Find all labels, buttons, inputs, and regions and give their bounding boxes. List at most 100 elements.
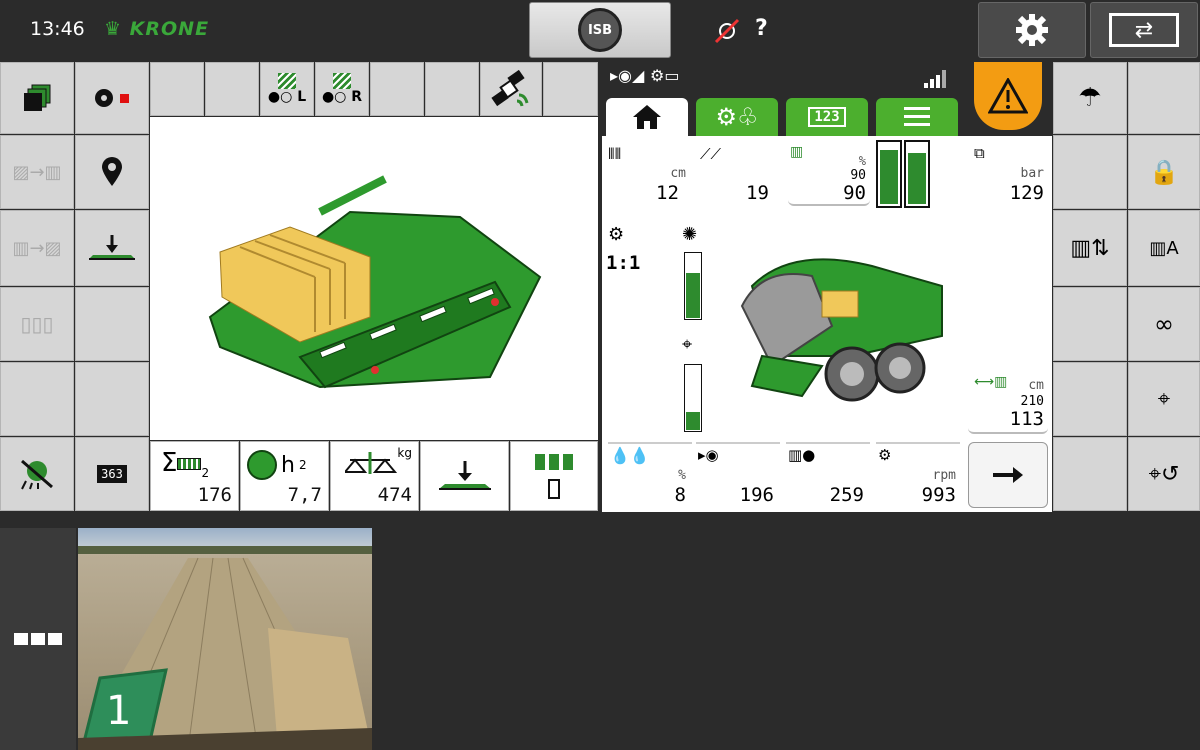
bale-count-icon: ▸◉ bbox=[698, 446, 719, 464]
work-light-icon: ☂ bbox=[1078, 83, 1102, 113]
warning-icon bbox=[988, 78, 1028, 114]
swap-screen-button[interactable]: ⇄ bbox=[1090, 2, 1198, 58]
drive-left-icon: ●○ L bbox=[268, 73, 306, 105]
tab-settings[interactable]: ⚙♧ bbox=[696, 98, 778, 136]
light-off-button[interactable] bbox=[0, 437, 74, 511]
empty-cell bbox=[425, 62, 479, 116]
drive-right-icon: ●○ R bbox=[322, 73, 362, 105]
isb-icon: ISB bbox=[578, 8, 622, 52]
gear-leaf-icon: ⚙♧ bbox=[715, 103, 759, 131]
target-length-tile[interactable]: cm 210 113 bbox=[968, 372, 1048, 434]
pickup-auto-icon: ⌖↺ bbox=[1148, 461, 1180, 487]
bales-count-tile[interactable]: ▸◉ 196 bbox=[696, 442, 780, 508]
fill-gauges bbox=[876, 140, 932, 208]
bale-accumulator-illustration bbox=[208, 175, 542, 389]
bale-length-unit: cm bbox=[670, 166, 686, 181]
tab-menu[interactable] bbox=[876, 98, 958, 136]
home-icon bbox=[633, 105, 661, 129]
bale-chamber-auto-button[interactable]: ▥A bbox=[1128, 210, 1200, 286]
counter-display-button[interactable]: 363 bbox=[75, 437, 149, 511]
lower-button[interactable] bbox=[75, 210, 149, 286]
bale-transfer-icon: ▥→▨ bbox=[12, 237, 62, 259]
baler-illustration bbox=[740, 258, 943, 402]
target-icon: ⌖ bbox=[682, 334, 693, 355]
tab-counters[interactable]: 123 bbox=[786, 98, 868, 136]
weight-counter[interactable]: kg 474 bbox=[330, 441, 419, 511]
pressure-unit: bar bbox=[1020, 166, 1044, 181]
pickup-position-button[interactable]: ⌖ bbox=[1128, 362, 1200, 436]
axle-lock-button[interactable]: 🔒 bbox=[1128, 135, 1200, 209]
lower-status-tile[interactable] bbox=[420, 441, 509, 511]
fill-level-icon: ▥ bbox=[790, 144, 804, 160]
settings-button[interactable] bbox=[978, 2, 1086, 58]
bale-length-icon: ⦀⦀ bbox=[608, 145, 622, 163]
pressure-value: 129 bbox=[1009, 182, 1044, 204]
right-fill-gauge bbox=[904, 140, 930, 208]
gps-off-icon bbox=[712, 16, 742, 46]
empty-cell bbox=[0, 362, 74, 436]
lower-arrow-icon bbox=[89, 235, 135, 260]
empty-cell bbox=[1053, 437, 1127, 511]
camera-number: 1 bbox=[106, 688, 132, 734]
record-button[interactable] bbox=[75, 62, 149, 134]
next-page-button[interactable] bbox=[968, 442, 1048, 508]
sigma-icon: Σ2 bbox=[161, 448, 210, 481]
copy-layers-button[interactable] bbox=[0, 62, 74, 134]
bale-chamber-up-down-button[interactable]: ▥⇅ bbox=[1053, 210, 1127, 286]
chamber-up-down-icon: ▥⇅ bbox=[1070, 235, 1110, 261]
digital-counter-icon: 363 bbox=[97, 465, 127, 483]
target-gauge bbox=[684, 364, 702, 432]
bale-counter-disabled-button[interactable]: ▯▯▯ bbox=[0, 287, 74, 361]
dots-menu-icon bbox=[14, 633, 62, 645]
warning-button[interactable] bbox=[974, 62, 1042, 130]
clock: 13:46 bbox=[30, 18, 85, 40]
knot-icon: ∞ bbox=[1154, 310, 1174, 338]
isb-button[interactable]: ISB bbox=[529, 2, 671, 58]
drive-left-button[interactable]: ●○ L bbox=[260, 62, 314, 116]
moisture-tile[interactable]: 💧💧 % 8 bbox=[608, 442, 692, 508]
weight-unit: kg bbox=[397, 446, 412, 460]
gear-record-icon bbox=[95, 89, 129, 107]
arrow-right-icon bbox=[993, 467, 1023, 483]
transfer-disabled-button[interactable]: ▨→▥ bbox=[0, 135, 74, 209]
counter-icon: 123 bbox=[808, 107, 846, 127]
knotter-status-tile[interactable] bbox=[510, 441, 598, 511]
location-button[interactable] bbox=[75, 135, 149, 209]
krone-crown-icon: ♛ bbox=[104, 18, 123, 40]
gear-icon bbox=[1016, 14, 1048, 46]
operating-hours-counter[interactable]: h2 7,7 bbox=[240, 441, 329, 511]
light-off-icon bbox=[21, 459, 53, 490]
pto-speed-icon: ⚙ bbox=[878, 446, 892, 464]
ratio-value: 1:1 bbox=[606, 252, 641, 274]
layers-icon bbox=[24, 84, 51, 111]
menu-icon bbox=[904, 107, 930, 126]
app-switcher-button[interactable] bbox=[0, 528, 76, 750]
empty-cell bbox=[543, 62, 598, 116]
top-bar: 13:46 ♛ KRONE ISB ? ⇄ bbox=[0, 0, 1200, 62]
bales-total-tile[interactable]: ▥● 259 bbox=[786, 442, 870, 508]
feeder-icon: ✺ bbox=[682, 224, 698, 245]
pto-speed-tile[interactable]: ⚙ rpm 993 bbox=[876, 442, 960, 508]
twine-icon: ⟋⟋ bbox=[700, 145, 722, 163]
tractor-link-icon: ⚙▭ bbox=[650, 66, 680, 85]
satellite-button[interactable] bbox=[480, 62, 542, 116]
transfer-icon: ▨→▥ bbox=[12, 161, 62, 183]
knotter-button[interactable]: ∞ bbox=[1128, 287, 1200, 361]
knotter-count-value: 19 bbox=[746, 182, 769, 204]
work-light-button[interactable]: ☂ bbox=[1053, 62, 1127, 134]
feeder-gauge bbox=[684, 252, 702, 320]
empty-cell bbox=[75, 287, 149, 361]
bale-transfer-disabled-button[interactable]: ▥→▨ bbox=[0, 210, 74, 286]
fill-level-tile[interactable]: ▥ % 90 90 bbox=[788, 144, 870, 206]
pickup-position-icon: ⌖ bbox=[1157, 386, 1171, 412]
bale-total-counter[interactable]: Σ2 176 bbox=[150, 441, 239, 511]
gearbox-ratio-icon: ⚙ bbox=[608, 224, 625, 245]
weight-value: 474 bbox=[377, 484, 412, 506]
swap-icon: ⇄ bbox=[1109, 13, 1179, 47]
pickup-auto-button[interactable]: ⌖↺ bbox=[1128, 437, 1200, 511]
empty-cell bbox=[1053, 135, 1127, 209]
empty-cell bbox=[1053, 362, 1127, 436]
drive-right-button[interactable]: ●○ R bbox=[315, 62, 369, 116]
tab-home[interactable] bbox=[606, 98, 688, 136]
lower-arrow-icon bbox=[438, 461, 491, 490]
